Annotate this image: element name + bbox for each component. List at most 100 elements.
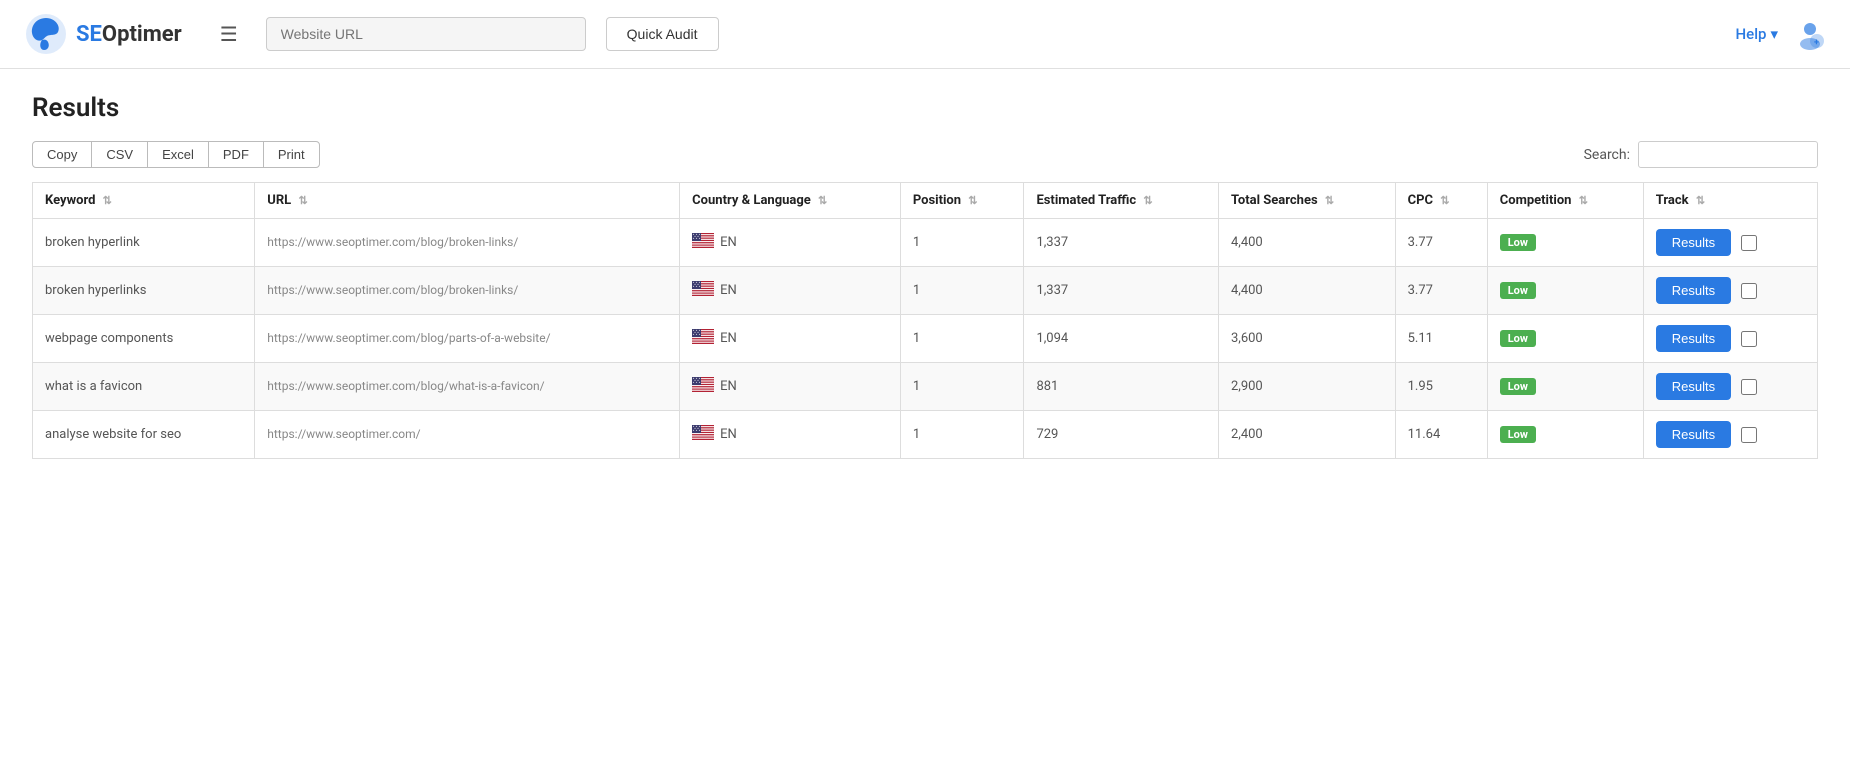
cell-keyword: what is a favicon (33, 363, 255, 411)
col-track[interactable]: Track ⇅ (1643, 183, 1817, 219)
track-checkbox[interactable] (1741, 283, 1757, 299)
cell-cpc: 5.11 (1395, 315, 1487, 363)
cell-keyword: analyse website for seo (33, 411, 255, 459)
cell-url: https://www.seoptimer.com/blog/broken-li… (255, 219, 680, 267)
cell-keyword: broken hyperlinks (33, 267, 255, 315)
pdf-button[interactable]: PDF (208, 141, 264, 168)
competition-badge: Low (1500, 330, 1536, 347)
track-checkbox[interactable] (1741, 235, 1757, 251)
hamburger-menu[interactable]: ☰ (212, 18, 246, 50)
results-button[interactable]: Results (1656, 421, 1731, 448)
results-table: Keyword ⇅ URL ⇅ Country & Language ⇅ Pos… (32, 182, 1818, 459)
svg-text:★: ★ (699, 429, 701, 432)
table-row: webpage components https://www.seoptimer… (33, 315, 1818, 363)
sort-icon-cpc: ⇅ (1440, 194, 1449, 207)
cell-track: Results (1643, 267, 1817, 315)
svg-text:★: ★ (693, 333, 695, 336)
cell-track: Results (1643, 411, 1817, 459)
copy-button[interactable]: Copy (32, 141, 92, 168)
cell-traffic: 729 (1024, 411, 1219, 459)
svg-text:★: ★ (699, 237, 701, 240)
sort-icon-keyword: ⇅ (103, 194, 112, 207)
header: SEOptimer ☰ Quick Audit Help ▾ + (0, 0, 1850, 69)
cell-cpc: 11.64 (1395, 411, 1487, 459)
col-traffic[interactable]: Estimated Traffic ⇅ (1024, 183, 1219, 219)
svg-text:★: ★ (696, 381, 698, 384)
svg-text:★: ★ (696, 333, 698, 336)
cell-position: 1 (900, 267, 1024, 315)
flag-icon: ★★★ ★★ ★★★ (692, 377, 714, 396)
svg-text:★: ★ (693, 429, 695, 432)
col-searches[interactable]: Total Searches ⇅ (1218, 183, 1395, 219)
track-checkbox[interactable] (1741, 379, 1757, 395)
col-keyword[interactable]: Keyword ⇅ (33, 183, 255, 219)
col-cpc[interactable]: CPC ⇅ (1395, 183, 1487, 219)
col-country[interactable]: Country & Language ⇅ (680, 183, 901, 219)
svg-text:★: ★ (693, 285, 695, 288)
svg-text:★: ★ (696, 429, 698, 432)
cell-cpc: 3.77 (1395, 219, 1487, 267)
table-row: what is a favicon https://www.seoptimer.… (33, 363, 1818, 411)
cell-country: ★★★ ★★ ★★★ EN (680, 363, 901, 411)
results-button[interactable]: Results (1656, 229, 1731, 256)
search-area: Search: (1584, 141, 1818, 168)
competition-badge: Low (1500, 282, 1536, 299)
sort-icon-position: ⇅ (968, 194, 977, 207)
svg-text:★: ★ (696, 237, 698, 240)
sort-icon-track: ⇅ (1696, 194, 1705, 207)
table-row: broken hyperlink https://www.seoptimer.c… (33, 219, 1818, 267)
logo-icon (24, 12, 68, 56)
svg-text:★: ★ (693, 381, 695, 384)
cell-country: ★★★ ★★ ★★★ EN (680, 411, 901, 459)
cell-searches: 2,900 (1218, 363, 1395, 411)
cell-competition: Low (1487, 411, 1643, 459)
cell-cpc: 1.95 (1395, 363, 1487, 411)
svg-text:★: ★ (696, 285, 698, 288)
table-header-row: Keyword ⇅ URL ⇅ Country & Language ⇅ Pos… (33, 183, 1818, 219)
cell-position: 1 (900, 363, 1024, 411)
results-button[interactable]: Results (1656, 373, 1731, 400)
svg-text:+: + (1814, 38, 1819, 48)
competition-badge: Low (1500, 426, 1536, 443)
logo-text: SEOptimer (76, 22, 182, 47)
col-competition[interactable]: Competition ⇅ (1487, 183, 1643, 219)
cell-traffic: 1,094 (1024, 315, 1219, 363)
results-button[interactable]: Results (1656, 325, 1731, 352)
quick-audit-button[interactable]: Quick Audit (606, 17, 719, 51)
user-icon[interactable]: + (1794, 18, 1826, 50)
cell-traffic: 881 (1024, 363, 1219, 411)
flag-icon: ★★★ ★★ ★★★ (692, 281, 714, 300)
toolbar: Copy CSV Excel PDF Print Search: (32, 141, 1818, 168)
results-button[interactable]: Results (1656, 277, 1731, 304)
col-url[interactable]: URL ⇅ (255, 183, 680, 219)
search-input[interactable] (1638, 141, 1818, 168)
cell-keyword: webpage components (33, 315, 255, 363)
logo-area: SEOptimer (24, 12, 182, 56)
track-checkbox[interactable] (1741, 427, 1757, 443)
competition-badge: Low (1500, 378, 1536, 395)
flag-icon: ★★★ ★★ ★★★ (692, 329, 714, 348)
cell-traffic: 1,337 (1024, 267, 1219, 315)
cell-url: https://www.seoptimer.com/blog/broken-li… (255, 267, 680, 315)
flag-icon: ★★★ ★★ ★★★ (692, 425, 714, 444)
cell-cpc: 3.77 (1395, 267, 1487, 315)
cell-traffic: 1,337 (1024, 219, 1219, 267)
svg-text:★: ★ (699, 381, 701, 384)
cell-track: Results (1643, 363, 1817, 411)
url-input[interactable] (266, 17, 586, 51)
cell-url: https://www.seoptimer.com/ (255, 411, 680, 459)
excel-button[interactable]: Excel (147, 141, 209, 168)
sort-icon-searches: ⇅ (1325, 194, 1334, 207)
cell-competition: Low (1487, 363, 1643, 411)
cell-competition: Low (1487, 315, 1643, 363)
track-checkbox[interactable] (1741, 331, 1757, 347)
col-position[interactable]: Position ⇅ (900, 183, 1024, 219)
competition-badge: Low (1500, 234, 1536, 251)
cell-track: Results (1643, 315, 1817, 363)
svg-text:★: ★ (699, 285, 701, 288)
help-button[interactable]: Help ▾ (1736, 25, 1778, 43)
print-button[interactable]: Print (263, 141, 320, 168)
main-content: Results Copy CSV Excel PDF Print Search:… (0, 69, 1850, 483)
csv-button[interactable]: CSV (91, 141, 148, 168)
cell-position: 1 (900, 219, 1024, 267)
